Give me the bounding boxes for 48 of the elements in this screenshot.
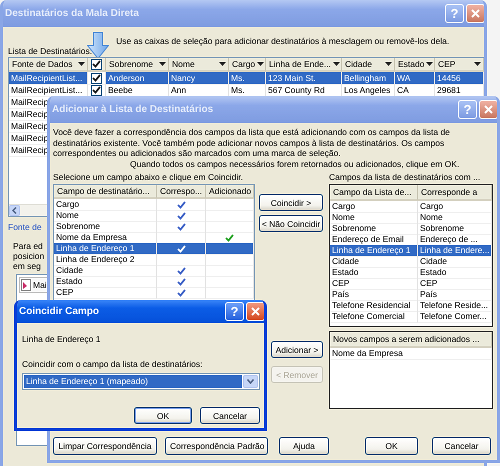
table-cell: Telefone Reside...	[418, 300, 492, 312]
hint-text: Use as caixas de seleção para adicionar destinatários à mesclagem ou removê-los dela.	[116, 36, 450, 46]
list-label: Lista de Destinatários:	[8, 46, 92, 56]
table-cell: CEP	[330, 278, 418, 290]
description-text: Para ed	[13, 241, 43, 251]
description-text: posicion	[13, 251, 44, 261]
table-cell: Bellingham	[342, 72, 395, 85]
table-cell: Cidade	[418, 256, 492, 268]
table-cell: 14456	[435, 72, 484, 85]
table-cell: Cidade	[54, 265, 157, 277]
table-cell: Estado	[54, 276, 157, 288]
table-cell: Cargo	[54, 199, 157, 211]
table-cell: Linha de Endereço 1	[330, 245, 418, 257]
table-cell: Sobrenome	[418, 223, 492, 235]
table-cell: Nome	[330, 212, 418, 224]
field-name: Linha de Endereço 1	[22, 334, 102, 345]
table-cell: MailRecipientList...	[9, 72, 88, 85]
window-title: Destinatários da Mala Direta	[5, 8, 140, 19]
table-cell: Sobrenome	[54, 221, 157, 233]
table-cell: Estado	[330, 267, 418, 279]
list-label: Campos da lista de destinatários com ...	[329, 172, 482, 183]
description-text: em seg	[13, 261, 41, 271]
table-cell: Cidade	[330, 256, 418, 268]
table-cell: Telefone Comer...	[418, 311, 492, 323]
table-cell: Linha de Endereço 2	[54, 254, 157, 266]
table-cell: País	[418, 289, 492, 301]
table-cell: Telefone Residencial	[330, 300, 418, 312]
table-cell: CEP	[54, 287, 157, 299]
table-cell: CEP	[418, 278, 492, 290]
table-cell: Ms.	[229, 72, 266, 85]
list-label: Selecione um campo abaixo e clique em Coincidir.	[53, 172, 244, 183]
table-cell: Linha de Endere...	[418, 245, 492, 257]
table-cell: País	[330, 289, 418, 301]
table-cell: Cargo	[330, 201, 418, 213]
table-cell: Anderson	[106, 72, 169, 85]
window-title: Coincidir Campo	[19, 306, 100, 317]
table-cell: Nome	[418, 212, 492, 224]
table-cell: Sobrenome	[330, 223, 418, 235]
table-cell: Nancy	[169, 72, 229, 85]
combo-label: Coincidir com o campo da lista de destinatários:	[22, 359, 204, 370]
table-cell: Telefone Comercial	[330, 311, 418, 323]
table-cell: WA	[395, 72, 435, 85]
table-cell: 123 Main St.	[266, 72, 342, 85]
table-cell: Cargo	[418, 201, 492, 213]
table-cell: Estado	[418, 267, 492, 279]
note-text: Quando todos os campos necessários forem retornados ou adicionados, clique em OK.	[129, 158, 460, 169]
table-cell: Linha de Endereço 1	[54, 243, 157, 255]
table-cell: Nome	[54, 210, 157, 222]
